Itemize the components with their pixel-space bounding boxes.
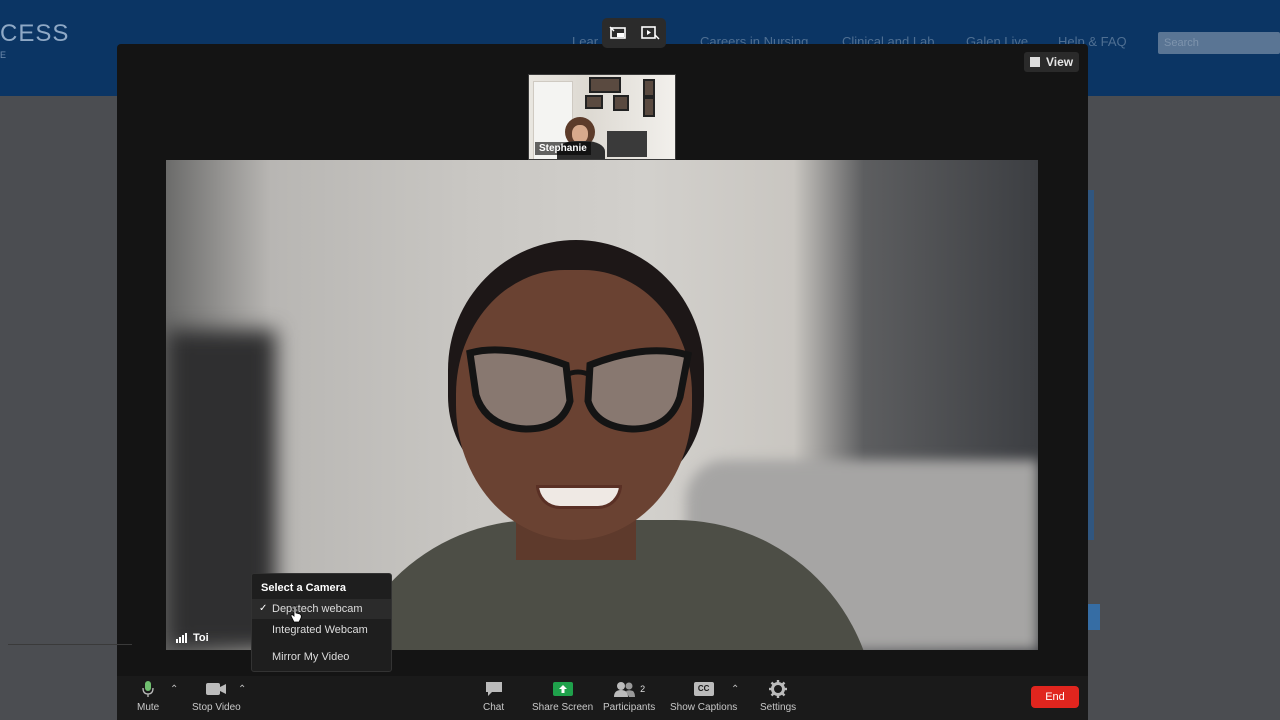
mirror-video-label: Mirror My Video <box>272 651 350 663</box>
show-captions-button[interactable]: CC Show Captions <box>670 680 737 713</box>
meeting-toolbar: Mute ⌃ Stop Video ⌃ Chat Share Screen 2 … <box>117 676 1088 720</box>
settings-button[interactable]: Settings <box>760 680 796 713</box>
hand-cursor-icon <box>290 605 302 623</box>
chevron-up-icon[interactable]: ⌃ <box>170 684 178 695</box>
site-logo[interactable]: CESS <box>0 20 69 48</box>
thumb-frame <box>589 77 621 93</box>
site-search-input[interactable]: Search <box>1158 32 1280 54</box>
camera-menu-title: Select a Camera <box>261 582 346 594</box>
website-accent-strip <box>1088 190 1094 540</box>
participants-count: 2 <box>640 684 646 694</box>
stop-video-label: Stop Video <box>192 702 241 713</box>
participants-label: Participants <box>603 702 656 713</box>
mute-label: Mute <box>137 702 160 713</box>
grid-view-icon <box>1030 57 1040 67</box>
thumb-frame <box>585 95 603 109</box>
mirror-video-option[interactable]: Mirror My Video <box>252 647 391 667</box>
chevron-up-icon[interactable]: ⌃ <box>731 684 739 695</box>
mute-button[interactable]: Mute <box>137 680 159 713</box>
view-button[interactable]: View <box>1024 52 1080 72</box>
speaker-name: Toi <box>193 632 209 644</box>
stop-video-button[interactable]: Stop Video <box>192 680 241 713</box>
thumb-printer <box>607 131 647 157</box>
camera-option-depstech[interactable]: ✓ Depstech webcam <box>252 599 391 619</box>
share-screen-label: Share Screen <box>532 702 594 713</box>
chat-button[interactable]: Chat <box>483 680 504 713</box>
fullscreen-icon[interactable] <box>640 25 660 41</box>
chat-bubble-icon <box>485 680 503 698</box>
thumb-frame <box>643 97 655 117</box>
gear-icon <box>769 680 788 698</box>
participant-thumbnail[interactable]: Stephanie <box>528 74 676 160</box>
meeting-top-controls <box>602 18 666 48</box>
camera-option-label: Integrated Webcam <box>272 624 368 636</box>
chat-label: Chat <box>483 702 505 713</box>
closed-captions-icon: CC <box>693 680 714 698</box>
speaker-name-tag: Toi <box>176 632 209 644</box>
settings-label: Settings <box>760 702 797 713</box>
thumbnail-name-label: Stephanie <box>535 142 591 155</box>
website-side-button[interactable] <box>1088 604 1100 630</box>
thumb-frame <box>613 95 629 111</box>
camera-select-menu: Select a Camera ✓ Depstech webcam Integr… <box>251 573 392 672</box>
participants-icon: 2 <box>613 680 645 698</box>
thumb-frame <box>643 79 655 97</box>
microphone-icon <box>142 680 154 698</box>
video-person-smile <box>536 485 622 509</box>
camera-option-integrated[interactable]: Integrated Webcam <box>252 620 391 640</box>
participants-button[interactable]: 2 Participants <box>603 680 655 713</box>
camera-option-label: Depstech webcam <box>272 603 363 615</box>
video-camera-icon <box>205 680 227 698</box>
view-label: View <box>1046 55 1074 69</box>
show-captions-label: Show Captions <box>670 702 738 713</box>
share-screen-button[interactable]: Share Screen <box>532 680 593 713</box>
chevron-up-icon[interactable]: ⌃ <box>238 684 246 695</box>
check-icon: ✓ <box>259 603 268 614</box>
share-screen-icon <box>552 680 574 698</box>
menu-divider <box>8 644 132 645</box>
end-meeting-button[interactable]: End <box>1031 686 1079 708</box>
site-logo-sub: E <box>0 50 7 60</box>
swap-view-icon[interactable] <box>608 25 628 41</box>
signal-strength-icon <box>176 633 187 643</box>
video-person-glasses <box>466 346 692 433</box>
